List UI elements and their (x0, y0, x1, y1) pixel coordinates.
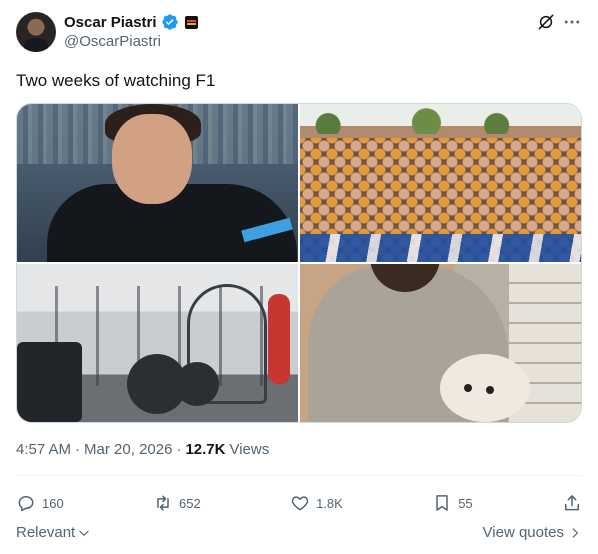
action-bar: 160 652 1.8K 55 (16, 488, 582, 518)
avatar[interactable] (16, 12, 56, 52)
photo-fan-crowd[interactable] (300, 104, 581, 262)
bookmark-button[interactable]: 55 (432, 493, 473, 513)
verified-badge-icon (161, 14, 178, 30)
reply-count: 160 (42, 495, 64, 511)
photo-driver-portrait[interactable] (17, 104, 298, 262)
author-name-row: Oscar Piastri (64, 12, 198, 32)
share-icon (565, 495, 579, 511)
reply-button[interactable]: 160 (16, 493, 64, 513)
meta-separator: · (176, 441, 182, 458)
like-count: 1.8K (316, 495, 343, 511)
tweet-time[interactable]: 4:57 AM (16, 441, 71, 458)
grok-icon[interactable] (536, 12, 556, 32)
display-name[interactable]: Oscar Piastri (64, 14, 157, 31)
bookmark-icon (436, 495, 448, 511)
media-grid (16, 103, 582, 423)
team-flag-icon[interactable] (184, 15, 198, 29)
tweet-date[interactable]: Mar 20, 2026 (84, 441, 172, 458)
share-button[interactable] (562, 493, 582, 513)
meta-separator: · (75, 441, 81, 458)
view-quotes-label: View quotes (482, 524, 564, 541)
tweet-text: Two weeks of watching F1 (16, 71, 216, 90)
photo-dog[interactable] (300, 264, 581, 422)
sort-label: Relevant (16, 524, 76, 541)
bookmark-count: 55 (458, 495, 473, 511)
view-quotes-link[interactable]: View quotes (483, 524, 582, 541)
repost-count: 652 (179, 495, 201, 511)
chevron-right-icon (572, 527, 579, 538)
divider (16, 475, 582, 476)
like-button[interactable]: 1.8K (290, 493, 343, 513)
sort-selector[interactable]: Relevant (16, 524, 91, 541)
repost-button[interactable]: 652 (153, 493, 201, 513)
handle[interactable]: @OscarPiastri (64, 33, 161, 50)
views-label: Views (229, 441, 270, 458)
views-count: 12.7K (185, 441, 226, 458)
heart-icon (291, 496, 309, 511)
repost-icon (157, 495, 169, 511)
reply-icon (18, 496, 34, 512)
photo-gym[interactable] (17, 264, 298, 422)
tweet-meta: 4:57 AM · Mar 20, 2026 · 12.7K Views (16, 441, 269, 458)
chevron-down-icon (79, 530, 89, 536)
more-icon[interactable] (562, 12, 582, 32)
